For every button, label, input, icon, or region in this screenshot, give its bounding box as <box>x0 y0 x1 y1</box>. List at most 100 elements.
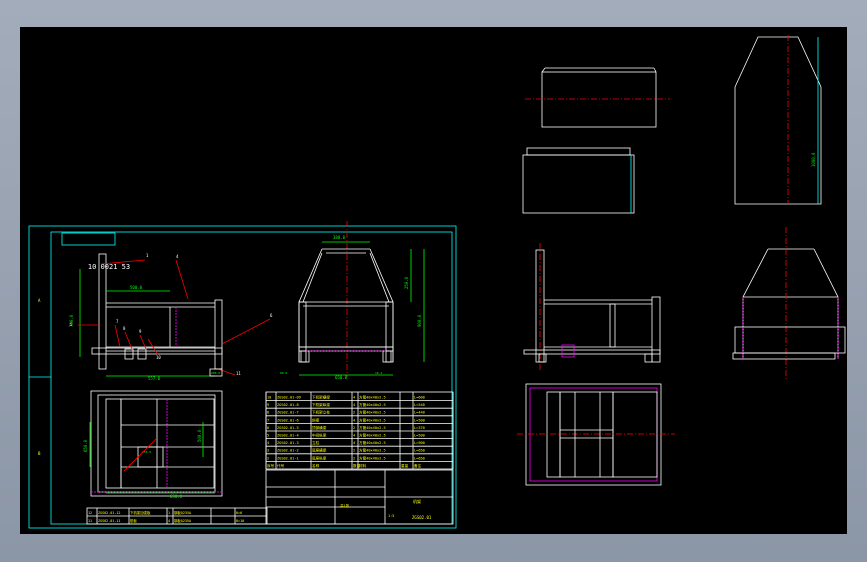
side-brace-right <box>369 252 390 303</box>
balloon-8: 8 <box>123 326 126 331</box>
balloon-1: 1 <box>146 253 149 258</box>
rm-base <box>523 349 661 355</box>
bom-cell: 下机架纵梁 <box>312 402 330 407</box>
bom-header-cell: 材料 <box>359 463 367 468</box>
bom-cell: 下机架立柱 <box>312 410 330 415</box>
rt-mid-box <box>522 154 635 214</box>
bom-cell: L=370 <box>414 426 425 430</box>
bom-cell: L=600 <box>414 396 425 400</box>
bom-cell: ZGS02.01-6 <box>277 418 299 422</box>
balloon-10: 10 <box>156 355 161 360</box>
bom-cell: 方管40x40x2.5 <box>359 433 386 438</box>
side-foot-right <box>382 350 392 363</box>
bom-cell: 4 <box>267 441 269 445</box>
balloon-9: 9 <box>139 329 142 334</box>
front-post-right <box>214 299 223 370</box>
bom-cell: 方管40x40x2.5 <box>359 425 386 430</box>
title-block-sheet: 共1张 <box>340 503 350 508</box>
balloon-7: 7 <box>116 319 119 324</box>
plan-outer <box>90 390 223 497</box>
bom-cell: L=500 <box>414 434 425 438</box>
bom-cell: 方管40x40x2.5 <box>359 440 386 445</box>
side-dim-feet-right: 10.4 <box>375 371 382 375</box>
lower-parts-cell: δ=6 <box>236 511 242 515</box>
title-block-scale: 1:5 <box>388 514 394 518</box>
bom-cell: 中间纵梁 <box>312 433 327 438</box>
title-block-name: 机架 <box>413 498 421 504</box>
bom-cell: ZGS02.01-8 <box>277 403 299 407</box>
bom-cell: 底座横梁 <box>312 448 327 453</box>
lower-parts-cell: δ=10 <box>236 519 244 523</box>
bom-cell: 2 <box>353 456 355 460</box>
lower-parts-cell: 垫板 <box>130 518 137 523</box>
lower-parts-cell: 11 <box>88 519 92 523</box>
bom-cell: 4 <box>353 434 355 438</box>
front-leader-7 <box>114 324 121 348</box>
balloon-4: 4 <box>176 254 179 259</box>
zone-label-b: B <box>38 451 41 456</box>
bom-cell: 6 <box>267 426 269 430</box>
rt-iso-outline <box>734 36 822 205</box>
bom-cell: 方管40x40x2.5 <box>359 395 386 400</box>
drawing-svg: AB750.0557.0500.01 4567891011200.0380.025… <box>28 35 846 529</box>
bom-cell: 4 <box>353 418 355 422</box>
side-base-bar <box>298 346 394 352</box>
bom-cell: ZGS02.01-4 <box>277 434 299 438</box>
bom-cell: ZGS02.01-1 <box>277 456 299 460</box>
bom-cell: ZGS02.01-09 <box>277 396 301 400</box>
plan-left-frame <box>105 398 122 489</box>
lower-parts-cell: 12 <box>88 511 92 515</box>
front-leader-8 <box>124 331 133 350</box>
plan-dim-right-label: 500.0 <box>197 429 202 442</box>
zone-label-a: A <box>38 298 41 303</box>
bom-cell: 方管40x40x2.5 <box>359 417 386 422</box>
bom-cell: ZGS02.01-7 <box>277 411 299 415</box>
rb-outer <box>525 383 662 486</box>
bom-cell: 2 <box>353 449 355 453</box>
rt-mid-cap <box>526 147 631 156</box>
bom-cell: 5 <box>267 434 269 438</box>
bom-cell: 7 <box>267 418 269 422</box>
rt-top-box <box>541 71 657 128</box>
rt-top-cap-l <box>541 67 546 73</box>
front-leader-11 <box>217 368 236 376</box>
side-foot-left <box>300 350 310 363</box>
bom-header-cell: 名称 <box>312 463 320 468</box>
side-brace-left <box>302 252 323 303</box>
bom-header-cell: 代号 <box>277 463 285 468</box>
rr-base <box>732 352 836 360</box>
lower-parts-cell: 1 <box>168 511 170 515</box>
bom-header-cell: 备注 <box>414 463 422 468</box>
bom-cell: 4 <box>353 441 355 445</box>
bom-cell: 方管40x40x2.5 <box>359 410 386 415</box>
rr-right <box>813 248 839 359</box>
rm-mid-post <box>609 303 616 348</box>
plan-leader <box>123 438 157 472</box>
bom-cell: 底座纵梁 <box>312 455 327 460</box>
bom-cell: L=650 <box>414 456 425 460</box>
rt-top-cap-r <box>653 67 657 73</box>
rb-left-frame <box>546 391 561 478</box>
lower-parts-cell: 钢板Q235A <box>174 510 191 515</box>
bom-cell: 2 <box>353 426 355 430</box>
front-leader-6 <box>221 318 271 345</box>
bom-cell: 方管40x40x2.5 <box>359 455 386 460</box>
bom-cell: L=650 <box>414 449 425 453</box>
bom-cell: 9 <box>267 403 269 407</box>
lower-parts-cell: 4 <box>168 519 170 523</box>
rt-iso-dim-label: 1000.0 <box>811 152 816 167</box>
bom-cell: L=900 <box>414 441 425 445</box>
sheet-title-frame <box>61 232 116 246</box>
bom-cell: L=500 <box>414 418 425 422</box>
rb-main-frame <box>559 391 614 478</box>
bom-cell: 2 <box>353 411 355 415</box>
plan-inner <box>97 394 216 493</box>
bom-cell: 4 <box>353 403 355 407</box>
bom-cell: ZGS02.01-5 <box>277 426 299 430</box>
bom-cell: 方管40x40x2.5 <box>359 448 386 453</box>
rr-left <box>742 248 769 359</box>
drawing-canvas[interactable]: A B 750.0 557.0 500.0 1 4 5 6 7 8 9 10 11 200.0 380.0 25… <box>20 27 847 534</box>
rb-right-frame <box>612 391 658 478</box>
plan-main-frame <box>120 398 215 489</box>
bom-header-cell: 序号 <box>267 463 275 468</box>
